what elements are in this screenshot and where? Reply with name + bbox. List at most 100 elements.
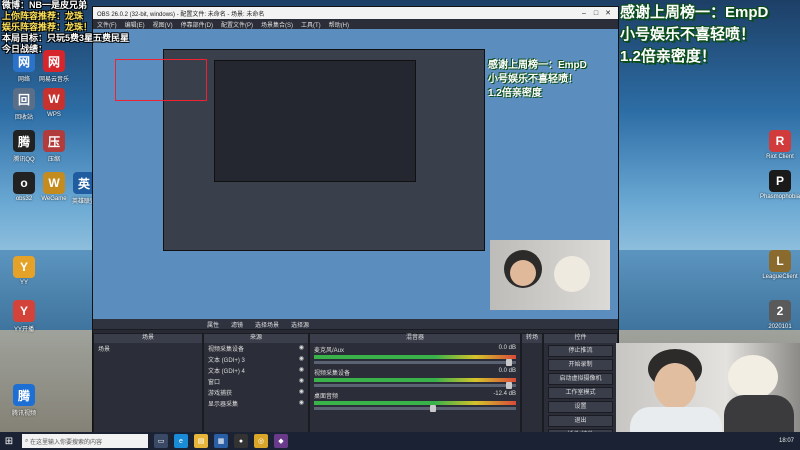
source-item[interactable]: 显示器采集 ◉ [204,398,308,409]
close-icon[interactable]: ✕ [602,9,614,17]
desktop-icon[interactable]: L LeagueClient [760,250,800,280]
obs-title: OBS 26.0.2 (32-bit, windows) - 配置文件: 未命名… [97,11,265,18]
controls-dock: 控件 停止推流 开始录制 启动虚拟摄像机 工作室模式 设置 退出 插件/控件 [543,333,618,441]
app-icon: 腾 [13,130,35,152]
stop-stream-button[interactable]: 停止推流 [548,345,613,357]
volume-slider-knob[interactable] [430,405,436,412]
desktop-icon[interactable]: 压压缩 [34,130,74,163]
menu-scene-collection[interactable]: 场景集合(S) [261,20,293,29]
mixer-track: 视频采集设备 0.0 dB [310,366,520,389]
taskbar: ⊞ ⌕ 在这里输入你要搜索的内容 ▭ e ▤ ▦ ● ◎ ◆ 18:07 [0,432,800,450]
source-item[interactable]: 窗口 ◉ [204,376,308,387]
second-person-hair [728,355,778,399]
scene-item[interactable]: 场景 [94,343,202,354]
select-scene-button[interactable]: 选择场景 [255,320,279,329]
obs-taskbar-icon[interactable]: ● [234,434,248,448]
settings-button[interactable]: 设置 [548,401,613,413]
desktop-icon-label: 回收站 [14,115,33,121]
maximize-icon[interactable]: □ [590,10,602,17]
menu-profile[interactable]: 配置文件(P) [221,20,253,29]
system-clock[interactable]: 18:07 [779,438,800,444]
mixer-track: 麦克风/Aux 0.0 dB [310,343,520,366]
task-view-icon[interactable]: ▭ [154,434,168,448]
file-explorer-icon[interactable]: ▤ [194,434,208,448]
eye-icon[interactable]: ◉ [299,366,304,375]
volume-slider[interactable] [314,359,516,366]
desktop-icon-label: YY [19,280,28,286]
properties-button[interactable]: 属性 [207,320,219,329]
desktop-icon-label: 压缩 [47,157,60,163]
overlay-line: 娱乐阵容推荐：龙珠！ [2,22,93,32]
eye-icon[interactable]: ◉ [299,344,304,353]
recursive-preview [163,49,485,251]
minimize-icon[interactable]: – [578,10,590,17]
overlay-line: 1.2倍亲密度！ [620,48,716,65]
preview-overlay-text: 感谢上周榜一：EmpD 小号娱乐不喜轻喷！ 1.2倍亲密度 [488,59,587,101]
volume-meter [314,378,516,382]
start-recording-button[interactable]: 开始录制 [548,359,613,371]
desktop-icon[interactable]: Y YY开播 [4,300,44,333]
scenes-header: 场景 [94,334,202,343]
eye-icon[interactable]: ◉ [299,399,304,408]
streamer-face [510,260,536,286]
virtual-camera-button[interactable]: 启动虚拟摄像机 [548,373,613,385]
windows-start-icon[interactable]: ⊞ [0,436,18,447]
overlay-line: 小号娱乐不喜轻喷！ [620,26,756,43]
desktop-icon-label: 网易云音乐 [38,77,69,83]
desktop-icon[interactable]: W WPS [34,88,74,118]
volume-slider[interactable] [314,382,516,389]
desktop-icon[interactable]: R Riot Client [760,130,800,160]
desktop-icon-label: 腾讯视频 [11,411,36,417]
source-item[interactable]: 文本 (GDI+) 4 ◉ [204,365,308,376]
sources-header: 来源 [204,334,308,343]
desktop-icon-label: 网络 [17,77,30,83]
desktop-icon-label: 2020101 [768,324,792,330]
menu-view[interactable]: 视图(V) [153,20,173,29]
eye-icon[interactable]: ◉ [299,355,304,364]
volume-slider-knob[interactable] [506,382,512,389]
edge-icon[interactable]: e [174,434,188,448]
menu-docks[interactable]: 停靠部件(D) [181,20,213,29]
chrome-icon[interactable]: ◎ [254,434,268,448]
obs-docks: 属性 滤镜 选择场景 选择源 场景 场景 来源 视频采集设备 ◉ 文本 (GDI+… [93,319,618,441]
obs-window[interactable]: OBS 26.0.2 (32-bit, windows) - 配置文件: 未命名… [92,6,619,441]
source-item[interactable]: 视频采集设备 ◉ [204,343,308,354]
stream-overlay-topright: 感谢上周榜一：EmpD 小号娱乐不喜轻喷！ 1.2倍亲密度！ [620,2,800,68]
desktop-icon[interactable]: 腾腾讯视频 [4,384,44,417]
menu-tools[interactable]: 工具(T) [301,20,321,29]
filters-button[interactable]: 滤镜 [231,320,243,329]
desktop-icon[interactable]: P Phasmophobia [760,170,800,200]
desktop-icon-label: YY开播 [13,327,34,333]
exit-button[interactable]: 退出 [548,415,613,427]
desktop-icon[interactable]: Y YY [4,256,44,286]
desktop-icon-label: 腾讯QQ [13,157,35,163]
desktop-icon-label: obs32 [15,196,33,202]
game-icon[interactable]: ◆ [274,434,288,448]
studio-mode-button[interactable]: 工作室模式 [548,387,613,399]
select-source-button[interactable]: 选择源 [291,320,309,329]
source-selection-box[interactable] [115,59,207,101]
eye-icon[interactable]: ◉ [299,377,304,386]
overlay-line: 感谢上周榜一：EmpD [488,60,587,71]
overlay-line: 本局目标：只玩5费3星五费民星 [2,33,130,43]
second-figure [554,256,590,292]
desktop-icon[interactable]: 2 2020101 [760,300,800,330]
app-icon: 腾 [13,384,35,406]
mixer-dock: 混音器 麦克风/Aux 0.0 dB 视频采集设备 0.0 dB 桌面音频 -12.4… [309,333,521,433]
eye-icon[interactable]: ◉ [299,388,304,397]
menu-help[interactable]: 帮助(H) [329,20,349,29]
mixer-header: 混音器 [310,334,520,343]
obs-titlebar[interactable]: OBS 26.0.2 (32-bit, windows) - 配置文件: 未命名… [93,7,618,19]
volume-slider[interactable] [314,405,516,412]
recursive-preview-inner [214,60,416,182]
overlay-line: 感谢上周榜一：EmpD [620,4,769,21]
source-item[interactable]: 游戏捕获 ◉ [204,387,308,398]
volume-slider-knob[interactable] [506,359,512,366]
menu-edit[interactable]: 编辑(E) [125,20,145,29]
scenes-dock: 场景 场景 [93,333,203,433]
store-icon[interactable]: ▦ [214,434,228,448]
taskbar-search-input[interactable]: ⌕ 在这里输入你要搜索的内容 [22,434,148,448]
obs-menubar: 文件(F) 编辑(E) 视图(V) 停靠部件(D) 配置文件(P) 场景集合(S… [93,19,618,29]
source-item[interactable]: 文本 (GDI+) 3 ◉ [204,354,308,365]
app-icon: R [769,130,791,152]
